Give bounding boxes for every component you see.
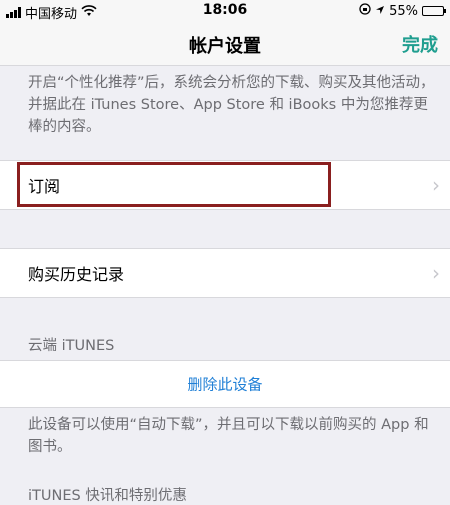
cloud-itunes-header: 云端 iTUNES	[28, 338, 115, 354]
remove-device-row[interactable]: 删除此设备	[0, 361, 450, 407]
purchase-history-label: 购买历史记录	[28, 265, 125, 284]
chevron-right-icon: ›	[432, 261, 440, 285]
remove-device-button[interactable]: 删除此设备	[0, 374, 450, 395]
status-right: 55%	[359, 3, 446, 19]
itunes-news-header: iTUNES 快讯和特别优惠	[28, 488, 187, 504]
page-title: 帐户设置	[189, 36, 261, 57]
recommend-footer-text: 开启“个性化推荐”后，系统会分析您的下载、购买及其他活动，并据此在 iTunes…	[28, 75, 435, 135]
cloud-footer-text: 此设备可以使用“自动下载”，并且可以下载以前购买的 App 和图书。	[28, 417, 429, 455]
battery-icon	[422, 6, 446, 16]
purchase-history-row[interactable]: 购买历史记录 ›	[0, 249, 450, 297]
remove-device-group: 删除此设备	[0, 360, 450, 408]
status-bar: 中国移动 18:06 55%	[0, 0, 450, 22]
navigation-bar: 帐户设置 完成	[0, 22, 450, 66]
highlight-box	[17, 162, 331, 207]
done-button[interactable]: 完成	[402, 31, 438, 57]
chevron-right-icon: ›	[432, 173, 440, 197]
lock-rotation-icon	[359, 3, 371, 19]
location-icon	[375, 4, 385, 19]
battery-percent: 55%	[389, 3, 418, 19]
purchase-history-group: 购买历史记录 ›	[0, 248, 450, 298]
